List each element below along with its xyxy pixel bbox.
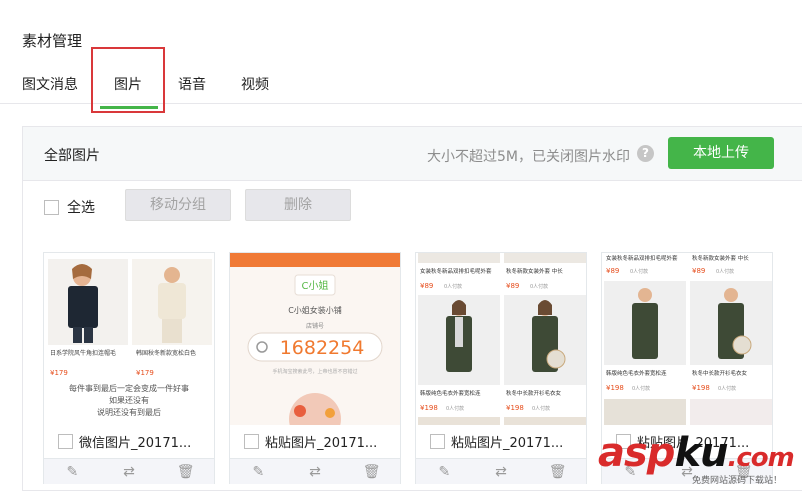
shop-sub: 店铺号 bbox=[306, 322, 324, 330]
site-watermark: aspku.com bbox=[598, 430, 795, 476]
card3-caption-1: 女装秋冬新品双排扣毛呢外套 bbox=[420, 267, 492, 275]
site-watermark-sub: 免费网站源码下载站！ bbox=[692, 476, 783, 486]
select-all-label: 全选 bbox=[67, 200, 95, 216]
shop-logo-text: C小姐 bbox=[302, 279, 329, 292]
card1-price-2: ¥179 bbox=[136, 369, 154, 377]
card3-caption-4: 秋冬中长款开衫毛衣女 bbox=[506, 389, 562, 397]
card3-price-4: ¥198 bbox=[506, 404, 524, 412]
move-group-button[interactable]: 移动分组 bbox=[125, 189, 231, 221]
shop-number: 1682254 bbox=[280, 337, 365, 359]
card1-quote-3: 说明还没有到最后 bbox=[97, 407, 161, 417]
trash-icon[interactable]: 🗑 bbox=[176, 464, 196, 480]
image-thumbnail[interactable]: C小姐 C小姐女装小铺 店铺号 1682254 手机淘宝搜索此号，上帝也愿不容错… bbox=[230, 253, 400, 425]
card1-caption-2: 韩国秋冬新款宽松白色 bbox=[136, 349, 196, 357]
card-name-row: 粘贴图片_20171... bbox=[416, 425, 586, 458]
group-name: 全部图片 bbox=[44, 148, 100, 164]
card-actions: ✎ ⇄ 🗑 bbox=[44, 458, 214, 484]
card-checkbox[interactable] bbox=[244, 434, 259, 449]
tab-video[interactable]: 视频 bbox=[241, 74, 269, 94]
card1-quote-2: 如果还没有 bbox=[109, 395, 149, 405]
card4-sold-1: 0人付款 bbox=[630, 268, 648, 275]
card4-price-1: ¥89 bbox=[606, 267, 619, 275]
upload-tip: 大小不超过5M，已关闭图片水印 bbox=[427, 149, 630, 165]
card1-quote-1: 每件事到最后一定会变成一件好事 bbox=[69, 383, 189, 393]
card4-price-2: ¥89 bbox=[692, 267, 705, 275]
delete-button[interactable]: 删除 bbox=[245, 189, 351, 221]
toolbar: 全选 移动分组 删除 bbox=[23, 181, 802, 231]
card4-caption-4: 秋冬中长款开衫毛衣女 bbox=[692, 369, 748, 377]
product-grid-preview: 女装秋冬新品双排扣毛呢外套 秋冬新款女装外套 中长 ¥89 ¥89 0人付款 0… bbox=[602, 253, 772, 425]
edit-pencil-icon[interactable]: ✎ bbox=[62, 464, 82, 480]
image-thumbnail[interactable]: 女装秋冬新品双排扣毛呢外套 秋冬新款女装外套 中长 ¥89 ¥89 0人付款 0… bbox=[416, 253, 586, 425]
select-all[interactable]: 全选 bbox=[44, 197, 95, 217]
card4-caption-2: 秋冬新款女装外套 中长 bbox=[692, 254, 749, 262]
card4-sold-2: 0人付款 bbox=[716, 268, 734, 275]
image-card[interactable]: 日系学院风牛角扣连帽毛 韩国秋冬新款宽松白色 ¥179 ¥179 每件事到最后一… bbox=[43, 252, 215, 484]
select-all-checkbox[interactable] bbox=[44, 199, 59, 215]
wechat-image-preview: 日系学院风牛角扣连帽毛 韩国秋冬新款宽松白色 ¥179 ¥179 每件事到最后一… bbox=[44, 253, 214, 425]
card-actions: ✎ ⇄ 🗑 bbox=[416, 458, 586, 484]
annotation-highlight-box bbox=[91, 47, 165, 113]
card3-sold-1: 0人付款 bbox=[444, 283, 462, 290]
page-title: 素材管理 bbox=[22, 32, 83, 50]
card-filename: 粘贴图片_20171... bbox=[451, 436, 564, 451]
image-thumbnail[interactable]: 女装秋冬新品双排扣毛呢外套 秋冬新款女装外套 中长 ¥89 ¥89 0人付款 0… bbox=[602, 253, 772, 425]
product-grid-preview: 女装秋冬新品双排扣毛呢外套 秋冬新款女装外套 中长 ¥89 ¥89 0人付款 0… bbox=[416, 253, 586, 425]
edit-pencil-icon[interactable]: ✎ bbox=[434, 464, 454, 480]
card1-price-1: ¥179 bbox=[50, 369, 68, 377]
edit-pencil-icon[interactable]: ✎ bbox=[248, 464, 268, 480]
help-icon[interactable]: ? bbox=[637, 145, 654, 162]
card4-sold-4: 0人付款 bbox=[718, 385, 736, 392]
card-checkbox[interactable] bbox=[430, 434, 445, 449]
trash-icon[interactable]: 🗑 bbox=[548, 464, 568, 480]
image-thumbnail[interactable]: 日系学院风牛角扣连帽毛 韩国秋冬新款宽松白色 ¥179 ¥179 每件事到最后一… bbox=[44, 253, 214, 425]
card1-caption-1: 日系学院风牛角扣连帽毛 bbox=[50, 349, 116, 357]
tab-voice[interactable]: 语音 bbox=[178, 74, 206, 94]
card3-caption-2: 秋冬新款女装外套 中长 bbox=[506, 267, 563, 275]
card4-sold-3: 0人付款 bbox=[632, 385, 650, 392]
card3-price-1: ¥89 bbox=[420, 282, 433, 290]
card-actions: ✎ ⇄ 🗑 bbox=[230, 458, 400, 484]
card-filename: 微信图片_20171... bbox=[79, 436, 192, 451]
panel-header: 全部图片 大小不超过5M，已关闭图片水印 ? 本地上传 bbox=[23, 127, 802, 181]
card-name-row: 粘贴图片_20171... bbox=[230, 425, 400, 458]
shop-hint: 手机淘宝搜索此号，上帝也愿不容错过 bbox=[272, 368, 357, 375]
card-filename: 粘贴图片_20171... bbox=[265, 436, 378, 451]
tab-news[interactable]: 图文消息 bbox=[22, 74, 78, 94]
local-upload-button[interactable]: 本地上传 bbox=[668, 137, 774, 169]
card4-caption-3: 韩版纯色毛衣外套宽松连 bbox=[606, 369, 667, 377]
shop-name: C小姐女装小铺 bbox=[288, 305, 342, 315]
trash-icon[interactable]: 🗑 bbox=[362, 464, 382, 480]
image-card[interactable]: C小姐 C小姐女装小铺 店铺号 1682254 手机淘宝搜索此号，上帝也愿不容错… bbox=[229, 252, 401, 484]
shop-qr-preview: C小姐 C小姐女装小铺 店铺号 1682254 手机淘宝搜索此号，上帝也愿不容错… bbox=[230, 253, 400, 425]
card-name-row: 微信图片_20171... bbox=[44, 425, 214, 458]
card3-sold-2: 0人付款 bbox=[530, 283, 548, 290]
move-arrows-icon[interactable]: ⇄ bbox=[119, 464, 139, 480]
card4-price-3: ¥198 bbox=[606, 384, 624, 392]
card-checkbox[interactable] bbox=[58, 434, 73, 449]
card4-caption-1: 女装秋冬新品双排扣毛呢外套 bbox=[606, 254, 678, 262]
card3-sold-4: 0人付款 bbox=[532, 405, 550, 412]
move-arrows-icon[interactable]: ⇄ bbox=[305, 464, 325, 480]
card4-price-4: ¥198 bbox=[692, 384, 710, 392]
card3-price-2: ¥89 bbox=[506, 282, 519, 290]
move-arrows-icon[interactable]: ⇄ bbox=[491, 464, 511, 480]
image-card[interactable]: 女装秋冬新品双排扣毛呢外套 秋冬新款女装外套 中长 ¥89 ¥89 0人付款 0… bbox=[415, 252, 587, 484]
card3-price-3: ¥198 bbox=[420, 404, 438, 412]
card3-caption-3: 韩版纯色毛衣外套宽松连 bbox=[420, 389, 481, 397]
card3-sold-3: 0人付款 bbox=[446, 405, 464, 412]
